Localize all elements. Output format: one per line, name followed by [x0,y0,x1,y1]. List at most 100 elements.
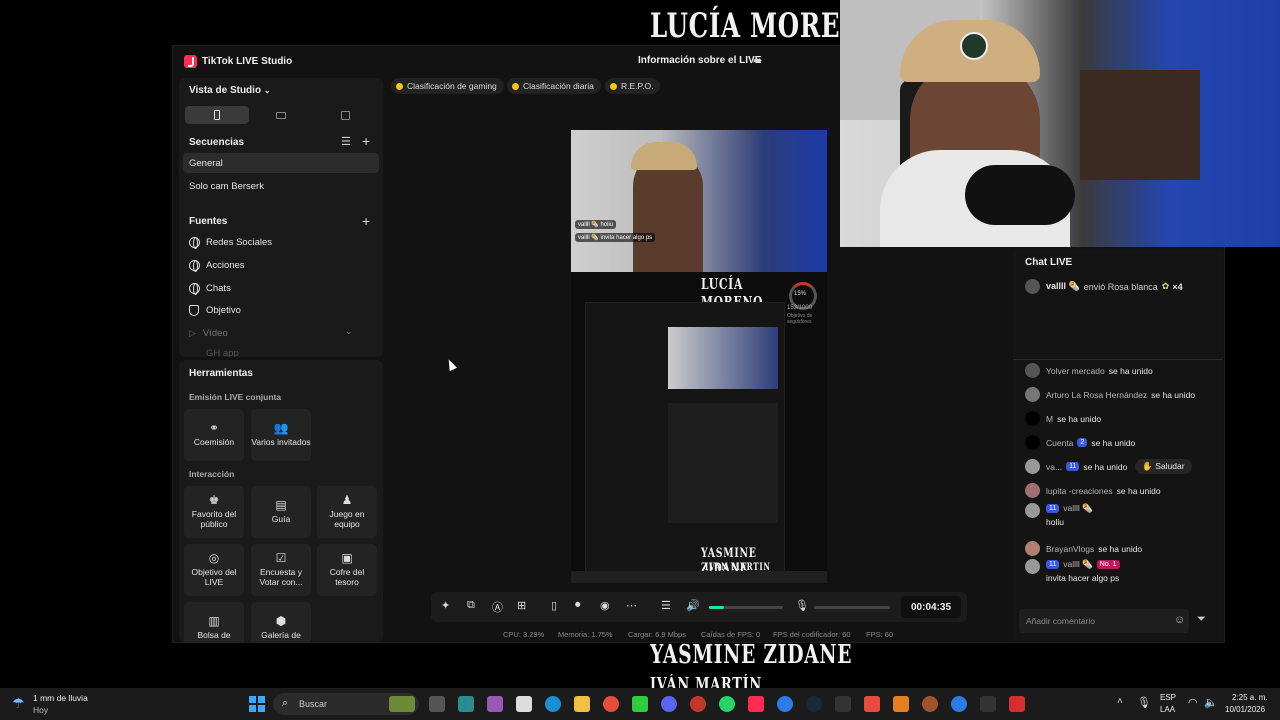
stream-preview[interactable]: vallll 🌯 holiu vallll 🌯 invita hacer alg… [571,130,827,583]
layout-icon[interactable]: ⊞ [517,599,526,612]
app-icon[interactable] [893,696,909,712]
gallery-icon: ⬢ [275,614,287,628]
daily-ranking-tag[interactable]: Clasificación diaria [507,78,601,94]
chat-user[interactable]: Arturo La Rosa Hernández [1046,390,1147,400]
epic-games-icon[interactable] [835,696,851,712]
source-item-gh-app[interactable]: GH app [206,349,239,357]
gallery-button[interactable]: ⬢ Galería de [251,602,311,642]
epic-games-icon[interactable] [980,696,996,712]
chat-row: Mse ha unido [1025,411,1101,426]
list-icon[interactable]: ☰ [341,135,351,148]
source-item-social[interactable]: Redes Sociales [189,237,272,249]
team-game-button[interactable]: ♟ Juego en equipo [317,486,377,538]
person-silhouette [633,152,703,272]
capture-icon[interactable]: ◉ [600,599,610,612]
chat-user[interactable]: vallll 🌯 [1063,503,1092,514]
gift-notification: vallll 🌯 envió Rosa blanca ✿ ×4 [1025,279,1183,294]
app-icon[interactable] [922,696,938,712]
record-icon[interactable]: ⏺ [575,599,581,612]
source-item-chats[interactable]: Chats [189,283,231,295]
chrome-icon[interactable] [603,696,619,712]
chat-user[interactable]: Yolver mercado [1046,366,1105,376]
studio-view-dropdown[interactable]: Vista de Studio ⌄ [189,85,271,96]
sequence-item-general[interactable]: General [183,153,379,173]
windows-start-icon[interactable] [249,696,265,712]
chat-user[interactable]: M [1046,414,1053,424]
app-icon[interactable] [951,696,967,712]
ai-icon[interactable]: Ⓐ [492,599,503,615]
screen-icon[interactable]: ⧉ [467,599,475,612]
steam-icon[interactable] [806,696,822,712]
app-icon[interactable] [777,696,793,712]
whatsapp-icon[interactable] [719,696,735,712]
language-indicator[interactable]: ESP [1160,693,1176,702]
microphone-icon[interactable]: 🎙 [795,599,809,612]
multi-guest-button[interactable]: 👥 Varios invitados [251,409,311,461]
live-goal-button[interactable]: ◎ Objetivo del LIVE [184,544,244,596]
greet-button[interactable]: ✋ Saludar [1135,459,1192,474]
file-explorer-icon[interactable] [574,696,590,712]
dual-mode-button[interactable] [313,106,377,124]
add-source-icon[interactable]: + [362,213,370,229]
comment-input[interactable]: Añadir comentario ☺ [1019,609,1189,633]
sequence-item-solo-cam[interactable]: Solo cam Berserk [189,181,264,192]
settings-sliders-icon[interactable]: ☰ [661,599,671,612]
live-info-link[interactable]: Información sobre el LIVE [638,55,761,66]
audience-favorite-button[interactable]: ♚ Favorito del público [184,486,244,538]
furniture-shape [1080,70,1200,180]
bag-button[interactable]: ▥ Bolsa de [184,602,244,642]
share-icon[interactable]: ➦ [753,54,762,67]
poll-button[interactable]: ☑ Encuesta y Votar con... [251,544,311,596]
add-sequence-icon[interactable]: + [362,133,370,149]
chat-user[interactable]: Cuenta [1046,438,1073,448]
discord-icon[interactable] [661,696,677,712]
source-item-actions[interactable]: Acciones [189,260,245,272]
volume-tray-icon[interactable]: 🔈 [1204,696,1218,709]
app-icon[interactable] [458,696,474,712]
chat-user[interactable]: va... [1046,462,1062,472]
guide-button[interactable]: ▤ Guía [251,486,311,538]
copilot-icon[interactable] [487,696,503,712]
coemission-button[interactable]: ⚭ Coemisión [184,409,244,461]
send-filter-icon[interactable]: ⏷ [1197,613,1206,626]
edge-icon[interactable] [545,696,561,712]
speaker-volume-slider[interactable] [709,606,783,609]
clock-time[interactable]: 2:25 a. m. [1232,693,1268,702]
phone-icon[interactable]: ▯ [551,599,557,612]
encoder-fps-stat: FPS del codificador: 60 [773,630,851,639]
store-icon[interactable] [516,696,532,712]
app-icon[interactable] [690,696,706,712]
chevron-up-icon[interactable]: ˄ [1117,696,1123,707]
landscape-mode-button[interactable] [249,106,313,124]
app-icon[interactable] [1009,696,1025,712]
magic-wand-icon[interactable]: ✦ [441,599,450,612]
chat-user[interactable]: lupita -creaciones [1046,486,1113,496]
weather-text[interactable]: 1 mm de lluvia [33,693,88,703]
emoji-icon[interactable]: ☺ [1174,614,1185,626]
more-icon[interactable]: ⋯ [626,599,637,612]
portrait-mode-button[interactable] [185,106,249,124]
tool-label: Galería de [261,630,301,640]
kick-icon[interactable] [632,696,648,712]
chat-row: Arturo La Rosa Hernández se ha unido [1025,387,1195,402]
preview-chat-2: vallll 🌯 invita hacer algo ps [575,233,656,242]
phone-icon [214,110,220,120]
tool-label: Cofre del tesoro [329,567,365,587]
microphone-tray-icon[interactable]: 🎙 [1137,696,1151,709]
treasure-chest-button[interactable]: ▣ Cofre del tesoro [317,544,377,596]
task-view-icon[interactable] [429,696,445,712]
chevron-down-icon[interactable]: ⌄ [345,326,353,337]
chat-user[interactable]: vallll 🌯 [1063,559,1092,570]
gaming-ranking-tag[interactable]: Clasificación de gaming [391,78,504,94]
taskbar-search[interactable]: ⌕ Buscar [273,693,419,715]
mic-volume-slider[interactable] [814,606,890,609]
chat-user[interactable]: BrayanVlogs [1046,544,1094,554]
tiktok-icon[interactable] [748,696,764,712]
tool-label: Juego en equipo [329,509,365,529]
source-item-video[interactable]: ▷ Vídeo [189,328,228,339]
wifi-icon[interactable]: ◠ [1188,696,1198,709]
amd-icon[interactable] [864,696,880,712]
source-item-goal[interactable]: Objetivo [189,305,241,316]
speaker-icon[interactable]: 🔊 [686,599,700,612]
repo-tag[interactable]: R.E.P.O. [605,78,661,94]
